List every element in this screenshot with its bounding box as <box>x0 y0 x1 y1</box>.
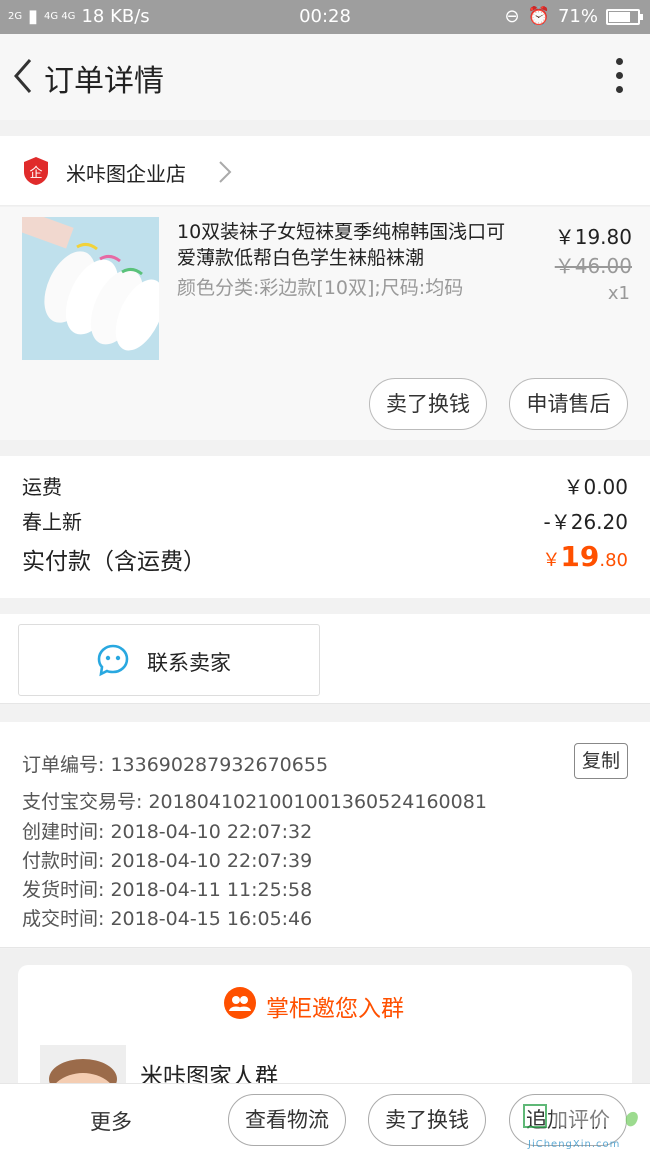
battery-percent: 71% <box>557 6 598 27</box>
completed-time: 成交时间: 2018-04-15 16:05:46 <box>22 908 313 930</box>
group-icon <box>224 987 256 1019</box>
total-row: 实付款（含运费） ￥19.80 <box>22 540 628 576</box>
product-original-price: ￥46.00 <box>554 254 632 278</box>
resell-bottom-button[interactable]: 卖了换钱 <box>368 1094 486 1146</box>
group-invite-title: 掌柜邀您入群 <box>266 996 404 1022</box>
discount-label: 春上新 <box>22 510 82 534</box>
total-decimal: .80 <box>599 550 628 571</box>
total-value: ￥19.80 <box>542 540 628 573</box>
resell-button[interactable]: 卖了换钱 <box>369 378 487 430</box>
back-arrow-icon[interactable] <box>8 56 38 96</box>
lock-rotation-icon: ⊖ <box>504 6 520 27</box>
product-quantity: x1 <box>607 283 630 304</box>
order-info: 订单编号: 133690287932670655 复制 支付宝交易号: 2018… <box>0 722 650 948</box>
svg-text:企: 企 <box>29 165 42 181</box>
status-bar: 2G ▮ 4G 4G 18 KB/s 00:28 ⊖ ⏰ 71% <box>0 0 650 34</box>
product-sku: 颜色分类:彩边款[10双];尺码:均码 <box>177 277 464 299</box>
shipping-row: 运费 ￥0.00 <box>22 471 628 500</box>
page-title: 订单详情 <box>44 64 164 99</box>
shipping-value: ￥0.00 <box>563 475 628 499</box>
after-sales-button[interactable]: 申请售后 <box>509 378 628 430</box>
total-currency: ￥ <box>542 550 561 571</box>
battery-icon <box>606 8 643 25</box>
contact-seller-button[interactable]: 联系卖家 <box>18 624 320 696</box>
alipay-number: 支付宝交易号: 2018041021001001360524160081 <box>22 791 487 813</box>
shop-row[interactable]: 企 米咔图企业店 <box>0 136 650 206</box>
watermark-logo <box>523 1104 638 1128</box>
watermark-text: JiChengXin.com <box>528 1139 621 1150</box>
paid-time: 付款时间: 2018-04-10 22:07:39 <box>22 850 313 872</box>
contact-seller-label: 联系卖家 <box>147 651 231 675</box>
order-number: 订单编号: 133690287932670655 <box>22 754 329 776</box>
app-header: 订单详情 <box>0 34 650 120</box>
discount-value: -￥26.20 <box>543 510 628 534</box>
discount-row: 春上新 -￥26.20 <box>22 506 628 535</box>
product-price: ￥19.80 <box>554 225 632 249</box>
product-item[interactable]: 10双装袜子女短袜夏季纯棉韩国浅口可爱薄款低帮白色学生袜船袜潮 颜色分类:彩边款… <box>0 207 650 440</box>
chat-bubble-icon <box>97 644 129 677</box>
copy-button[interactable]: 复制 <box>574 743 628 779</box>
view-logistics-button[interactable]: 查看物流 <box>228 1094 346 1146</box>
total-integer: 19 <box>560 540 600 573</box>
created-time: 创建时间: 2018-04-10 22:07:32 <box>22 821 313 843</box>
contact-section: 联系卖家 <box>0 614 650 704</box>
shipped-time: 发货时间: 2018-04-11 11:25:58 <box>22 879 313 901</box>
group-invite-section: 掌柜邀您入群 米咔图家人群 <box>0 949 650 1125</box>
total-label: 实付款（含运费） <box>22 549 206 575</box>
shipping-label: 运费 <box>22 475 62 499</box>
alarm-icon: ⏰ <box>527 6 550 27</box>
shop-name[interactable]: 米咔图企业店 <box>66 158 186 187</box>
more-options-icon[interactable] <box>614 58 624 96</box>
chevron-right-icon <box>219 161 232 183</box>
fee-summary: 运费 ￥0.00 春上新 -￥26.20 实付款（含运费） ￥19.80 <box>0 456 650 598</box>
product-title[interactable]: 10双装袜子女短袜夏季纯棉韩国浅口可爱薄款低帮白色学生袜船袜潮 <box>177 219 517 271</box>
status-right: ⊖ ⏰ 71% <box>504 6 643 27</box>
watermark: JiChengXin.com <box>522 1103 650 1155</box>
product-thumbnail[interactable] <box>22 217 159 360</box>
shop-logo-icon: 企 <box>24 157 48 185</box>
more-link[interactable]: 更多 <box>90 1106 132 1136</box>
